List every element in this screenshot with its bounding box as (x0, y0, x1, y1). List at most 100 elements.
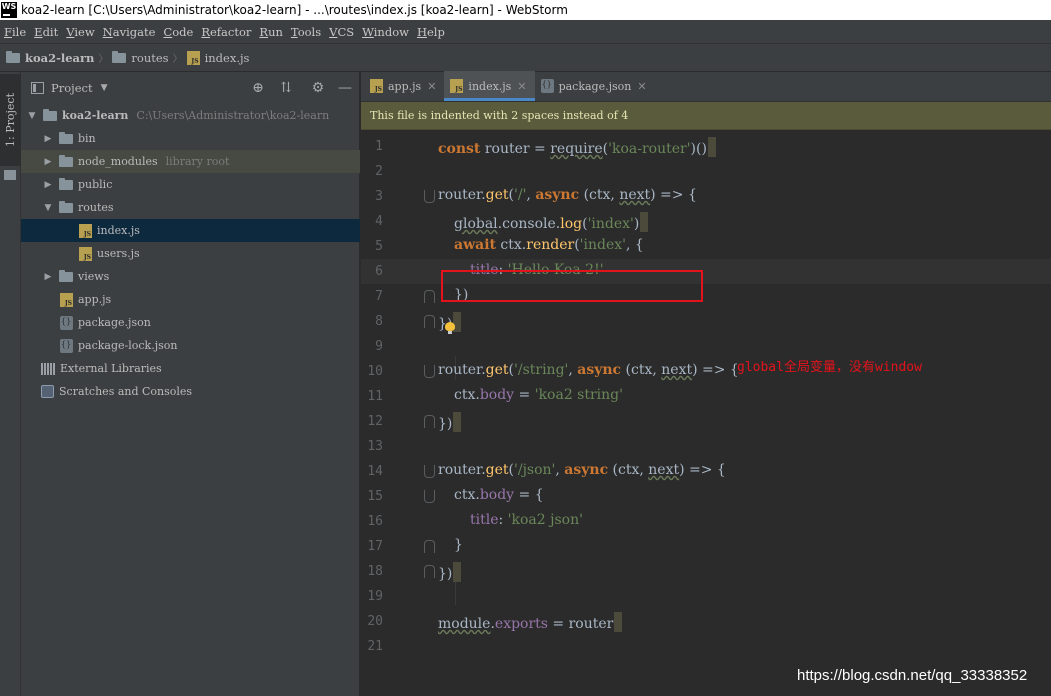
webstorm-logo-icon: WS (1, 2, 17, 18)
close-icon[interactable]: ✕ (427, 80, 436, 93)
code-line: 21 (367, 639, 383, 654)
menu-run[interactable]: Run (257, 25, 289, 39)
code-line: 10 router.get('/string', async (ctx, nex… (367, 362, 739, 379)
tab-package-json[interactable]: package.json ✕ (535, 71, 655, 101)
lightbulb-icon[interactable] (445, 322, 455, 335)
watermark: https://blog.csdn.net/qq_33338352 (797, 667, 1028, 684)
editor-area: JS app.js ✕ JS index.js ✕ package.json ✕… (361, 71, 1051, 696)
menu-code[interactable]: Code (161, 25, 199, 39)
fold-marker-icon[interactable] (424, 540, 435, 553)
menu-refactor[interactable]: Refactor (199, 25, 257, 39)
editor-tabs: JS app.js ✕ JS index.js ✕ package.json ✕ (361, 71, 1051, 102)
fold-marker-icon[interactable] (424, 490, 435, 503)
code-line: 13 (367, 439, 383, 454)
tree-item-package-json[interactable]: package.json (21, 311, 360, 334)
tree-item-users-js[interactable]: JS users.js (21, 242, 360, 265)
breadcrumb-index-js[interactable]: JS index.js (186, 50, 249, 65)
tree-item-index-js[interactable]: JS index.js (21, 219, 360, 242)
tree-item-node-modules[interactable]: ▶ node_modules library root (21, 150, 360, 173)
tree-item-package-lock-json[interactable]: package-lock.json (21, 334, 360, 357)
breadcrumb-routes[interactable]: routes 〉 (112, 50, 186, 65)
red-highlight-box (441, 270, 703, 302)
close-icon[interactable]: ✕ (637, 80, 646, 93)
tree-item-koa2-learn[interactable]: ▼ koa2-learn C:\Users\Administrator\koa2… (21, 104, 360, 127)
code-line: 1 const router = require('koa-router')() (361, 134, 1051, 159)
code-line: 2 (375, 164, 383, 179)
fold-marker-icon[interactable] (424, 315, 435, 328)
code-line: 18 }) (361, 559, 1051, 584)
gear-icon[interactable]: ⚙ (310, 80, 326, 96)
chevron-down-icon[interactable]: ▼ (101, 83, 108, 93)
hide-panel-icon[interactable]: — (337, 80, 353, 96)
folder-icon (59, 154, 73, 167)
collapse-arrow-icon[interactable]: ▶ (41, 180, 55, 190)
title-bar: WS koa2-learn [C:\Users\Administrator\ko… (0, 0, 1051, 20)
collapse-arrow-icon[interactable]: ▶ (41, 134, 55, 144)
menu-help[interactable]: Help (415, 25, 451, 39)
folder-icon (112, 50, 127, 63)
breadcrumb-project[interactable]: koa2-learn 〉 (6, 50, 112, 65)
close-icon[interactable]: ✕ (517, 80, 526, 93)
code-line: 3 router.get('/', async (ctx, next) => { (375, 187, 697, 204)
js-file-icon: JS (370, 79, 383, 93)
json-file-icon (60, 338, 73, 353)
code-line: 11 ctx.body = 'koa2 string' (367, 387, 623, 404)
menu-tools[interactable]: Tools (289, 25, 327, 39)
tree-item-scratches[interactable]: Scratches and Consoles (21, 380, 360, 403)
collapse-all-icon[interactable]: ⇅ (278, 80, 294, 96)
tab-index-js[interactable]: JS index.js ✕ (444, 71, 535, 101)
project-tool-tab[interactable]: 1: Project (0, 74, 21, 166)
fold-marker-icon[interactable] (424, 565, 435, 578)
fold-marker-icon[interactable] (424, 415, 435, 428)
json-file-icon (540, 79, 554, 93)
fold-marker-icon[interactable] (424, 190, 435, 203)
code-line: 20 module.exports = router (361, 609, 1051, 634)
tree-item-external-libraries[interactable]: External Libraries (21, 357, 360, 380)
locate-file-icon[interactable]: ⊕ (250, 80, 266, 96)
folder-icon (43, 108, 57, 121)
tree-item-views[interactable]: ▶ views (21, 265, 360, 288)
menu-navigate[interactable]: Navigate (101, 25, 162, 39)
menu-bar: File Edit View Navigate Code Refactor Ru… (0, 20, 1051, 44)
window-title: koa2-learn [C:\Users\Administrator\koa2-… (21, 3, 568, 17)
menu-file[interactable]: File (2, 25, 32, 39)
json-file-icon (60, 315, 73, 330)
code-line: 19 (367, 589, 383, 604)
tree-item-routes[interactable]: ▼ routes (21, 196, 360, 219)
js-file-icon: JS (79, 246, 92, 261)
code-line: 15 ctx.body = { (367, 487, 544, 504)
tree-item-app-js[interactable]: JS app.js (21, 288, 360, 311)
folder-icon (59, 177, 73, 190)
navigation-bar: koa2-learn 〉 routes 〉 JS index.js (0, 44, 1051, 72)
js-file-icon: JS (60, 292, 73, 307)
code-line: 5 await ctx.render('index', { (375, 237, 644, 254)
fold-marker-icon[interactable] (424, 365, 435, 378)
indent-notice-bar: This file is indented with 2 spaces inst… (361, 102, 1051, 130)
menu-window[interactable]: Window (360, 25, 415, 39)
code-editor[interactable]: 1 const router = require('koa-router')()… (361, 134, 1051, 696)
folder-icon (59, 269, 73, 282)
menu-view[interactable]: View (64, 25, 100, 39)
tree-item-public[interactable]: ▶ public (21, 173, 360, 196)
tree-item-bin[interactable]: ▶ bin (21, 127, 360, 150)
fold-marker-icon[interactable] (424, 465, 435, 478)
library-icon (41, 362, 55, 375)
menu-edit[interactable]: Edit (32, 25, 64, 39)
structure-icon[interactable] (4, 170, 16, 180)
collapse-arrow-icon[interactable]: ▶ (41, 157, 55, 167)
js-file-icon: JS (186, 50, 200, 65)
menu-vcs[interactable]: VCS (327, 25, 360, 39)
code-line: 17 } (367, 537, 463, 554)
project-view-icon (31, 82, 44, 94)
project-tree: ▼ koa2-learn C:\Users\Administrator\koa2… (21, 104, 360, 403)
code-line: 16 title: 'koa2 json' (367, 512, 583, 529)
collapse-arrow-icon[interactable]: ▶ (41, 272, 55, 282)
project-panel-header: Project ▼ ⊕ ⇅ ⚙ — (21, 72, 359, 104)
expand-arrow-icon[interactable]: ▼ (41, 203, 55, 213)
left-tool-strip: 1: Project (0, 72, 21, 696)
tab-app-js[interactable]: JS app.js ✕ (364, 71, 444, 101)
fold-marker-icon[interactable] (424, 290, 435, 303)
project-view-selector[interactable]: Project (51, 81, 93, 95)
js-file-icon: JS (450, 79, 464, 93)
expand-arrow-icon[interactable]: ▼ (25, 111, 39, 121)
